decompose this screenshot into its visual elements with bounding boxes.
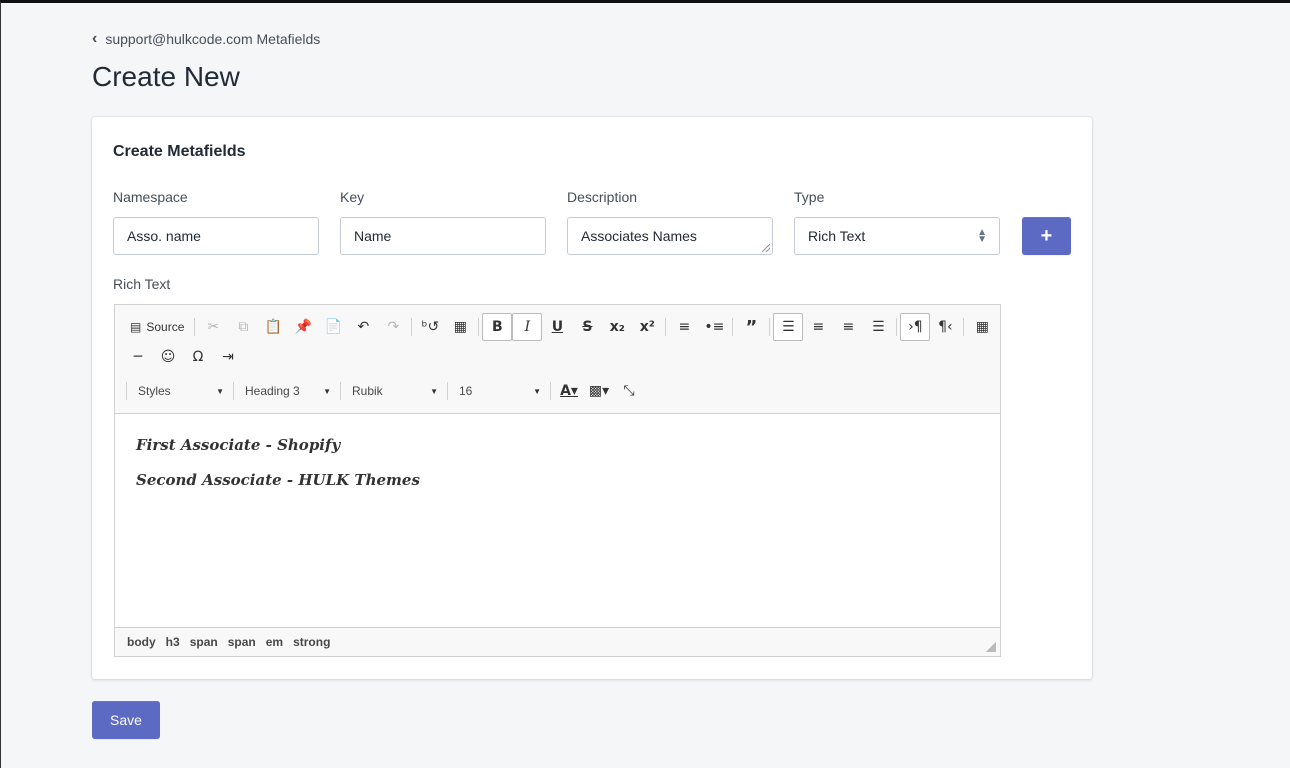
- find-replace-icon[interactable]: ᵇ↺: [415, 313, 445, 341]
- editor-statusbar: body h3 span span em strong: [115, 627, 1000, 656]
- type-label: Type: [794, 189, 825, 205]
- add-button[interactable]: +: [1022, 217, 1071, 255]
- horizontal-line-icon[interactable]: ─: [123, 343, 153, 371]
- format-value: Heading 3: [245, 384, 300, 398]
- key-label: Key: [340, 189, 365, 205]
- select-arrows-icon: ▲ ▼: [977, 227, 987, 245]
- numbered-list-icon[interactable]: ≡: [669, 313, 699, 341]
- font-dropdown[interactable]: Rubik ▼: [344, 379, 444, 403]
- maximize-icon[interactable]: ⤡: [614, 377, 644, 405]
- toolbar-separator: [233, 382, 234, 400]
- bold-icon[interactable]: B: [482, 313, 513, 341]
- source-label: Source: [146, 320, 185, 334]
- create-metafields-card: Create Metafields Namespace Asso. name K…: [92, 117, 1092, 679]
- size-value: 16: [459, 384, 473, 398]
- namespace-label: Namespace: [113, 189, 188, 205]
- paste-icon[interactable]: 📋: [258, 313, 288, 341]
- align-justify-icon[interactable]: ☰: [863, 313, 893, 341]
- format-dropdown[interactable]: Heading 3 ▼: [237, 379, 337, 403]
- namespace-value: Asso. name: [127, 228, 201, 244]
- path-em[interactable]: em: [266, 635, 283, 649]
- content-line-1: First Associate - Shopify: [136, 436, 341, 454]
- toolbar-separator: [550, 382, 551, 400]
- save-button[interactable]: Save: [92, 701, 160, 739]
- bulleted-list-icon[interactable]: •≡: [699, 313, 729, 341]
- key-input[interactable]: Name: [340, 217, 546, 255]
- select-all-icon[interactable]: ▦: [445, 313, 475, 341]
- description-label: Description: [567, 189, 638, 205]
- align-left-icon[interactable]: ☰: [773, 313, 804, 341]
- background-color-icon[interactable]: ▩▾: [584, 377, 614, 405]
- rich-text-editor: ▤ Source ✂ ⧉ 📋 📌 📄 ↶ ↷ ᵇ↺ ▦ B I U S x₂ x…: [114, 304, 1001, 657]
- source-button[interactable]: ▤ Source: [123, 313, 191, 341]
- description-value: Associates Names: [581, 228, 697, 244]
- toolbar-separator: [665, 318, 667, 336]
- styles-value: Styles: [138, 384, 171, 398]
- breadcrumb[interactable]: ‹ support@hulkcode.com Metafields: [92, 30, 321, 48]
- indent-icon[interactable]: ⇥: [213, 343, 243, 371]
- caret-down-icon: ▼: [323, 386, 331, 396]
- font-value: Rubik: [352, 384, 383, 398]
- namespace-input[interactable]: Asso. name: [113, 217, 319, 255]
- toolbar-separator: [194, 318, 196, 336]
- plus-icon: +: [1040, 224, 1053, 247]
- editor-toolbar: ▤ Source ✂ ⧉ 📋 📌 📄 ↶ ↷ ᵇ↺ ▦ B I U S x₂ x…: [115, 305, 1000, 414]
- breadcrumb-label: support@hulkcode.com Metafields: [105, 31, 321, 47]
- description-textarea[interactable]: Associates Names: [567, 217, 773, 255]
- italic-icon[interactable]: I: [512, 313, 543, 341]
- toolbar-separator: [732, 318, 734, 336]
- copy-icon[interactable]: ⧉: [228, 313, 258, 341]
- toolbar-separator: [447, 382, 448, 400]
- styles-dropdown[interactable]: Styles ▼: [130, 379, 230, 403]
- text-direction-rtl-icon[interactable]: ¶‹: [930, 313, 960, 341]
- redo-icon[interactable]: ↷: [378, 313, 408, 341]
- text-direction-ltr-icon[interactable]: ›¶: [900, 313, 931, 341]
- subscript-icon[interactable]: x₂: [602, 313, 632, 341]
- align-right-icon[interactable]: ≡: [833, 313, 863, 341]
- card-title: Create Metafields: [113, 143, 246, 160]
- caret-down-icon: ▼: [533, 386, 541, 396]
- toolbar-separator: [411, 318, 413, 336]
- source-icon: ▤: [130, 320, 142, 334]
- resize-grip-icon[interactable]: [762, 244, 770, 252]
- editor-resize-icon[interactable]: [986, 642, 996, 652]
- cut-icon[interactable]: ✂: [198, 313, 228, 341]
- path-span-2[interactable]: span: [228, 635, 256, 649]
- superscript-icon[interactable]: x²: [632, 313, 662, 341]
- caret-down-icon: ▼: [216, 386, 224, 396]
- caret-down-icon: ▼: [430, 386, 438, 396]
- strikethrough-icon[interactable]: S: [572, 313, 602, 341]
- page-title: Create New: [92, 61, 240, 92]
- key-value: Name: [354, 228, 392, 244]
- toolbar-separator: [126, 382, 127, 400]
- blockquote-icon[interactable]: ”: [736, 313, 766, 341]
- undo-icon[interactable]: ↶: [348, 313, 378, 341]
- editor-content[interactable]: First Associate - Shopify Second Associa…: [115, 414, 1000, 628]
- toolbar-separator: [769, 318, 771, 336]
- type-value: Rich Text: [808, 228, 866, 244]
- toolbar-separator: [340, 382, 341, 400]
- toolbar-separator: [896, 318, 898, 336]
- paste-text-icon[interactable]: 📌: [288, 313, 318, 341]
- size-dropdown[interactable]: 16 ▼: [451, 379, 547, 403]
- path-body[interactable]: body: [127, 635, 156, 649]
- toolbar-separator: [478, 318, 480, 336]
- type-select[interactable]: Rich Text ▲ ▼: [794, 217, 1000, 255]
- chevron-left-icon: ‹: [92, 30, 98, 47]
- path-span[interactable]: span: [190, 635, 218, 649]
- path-h3[interactable]: h3: [166, 635, 180, 649]
- text-color-icon[interactable]: A▾: [554, 377, 584, 405]
- path-strong[interactable]: strong: [293, 635, 330, 649]
- smiley-icon[interactable]: ☺: [153, 343, 183, 371]
- table-icon[interactable]: ▦: [967, 313, 997, 341]
- content-line-2: Second Associate - HULK Themes: [136, 471, 420, 489]
- rich-text-label: Rich Text: [113, 276, 171, 292]
- special-char-icon[interactable]: Ω: [183, 343, 213, 371]
- save-label: Save: [110, 712, 142, 728]
- paste-word-icon[interactable]: 📄: [318, 313, 348, 341]
- align-center-icon[interactable]: ≡: [803, 313, 833, 341]
- toolbar-separator: [963, 318, 965, 336]
- underline-icon[interactable]: U: [542, 313, 572, 341]
